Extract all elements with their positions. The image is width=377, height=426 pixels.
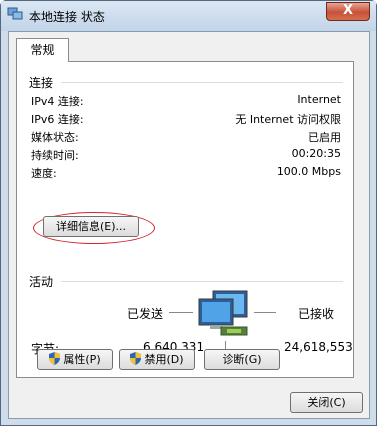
received-line <box>254 312 276 313</box>
duration-value: 00:20:35 <box>291 147 341 160</box>
status-window: 本地连接 状态 X 常规 连接 IPv4 连接: Internet IPv6 连… <box>0 0 377 426</box>
connection-section-label: 连接 <box>29 76 54 90</box>
properties-label: 属性(P) <box>63 353 101 366</box>
disable-label: 禁用(D) <box>144 353 184 366</box>
info-row-ipv4: IPv4 连接: Internet <box>31 93 341 110</box>
close-window-button[interactable]: X <box>326 2 370 21</box>
sent-label: 已发送 <box>127 307 164 321</box>
general-panel: 连接 IPv4 连接: Internet IPv6 连接: 无 Internet… <box>16 61 354 378</box>
window-title: 本地连接 状态 <box>29 10 105 24</box>
details-button[interactable]: 详细信息(E)... <box>43 216 139 237</box>
ipv4-label: IPv4 连接: <box>31 95 84 108</box>
title-bar[interactable]: 本地连接 状态 X <box>1 1 376 31</box>
ipv4-value: Internet <box>297 93 341 106</box>
activity-divider <box>61 281 343 282</box>
network-connection-icon <box>7 7 23 20</box>
ipv6-value: 无 Internet 访问权限 <box>235 113 341 126</box>
media-state-label: 媒体状态: <box>31 131 79 144</box>
speed-label: 速度: <box>31 167 57 180</box>
ipv6-label: IPv6 连接: <box>31 113 84 126</box>
info-row-ipv6: IPv6 连接: 无 Internet 访问权限 <box>31 111 341 128</box>
received-label: 已接收 <box>298 307 335 321</box>
properties-button[interactable]: 属性(P) <box>37 349 113 370</box>
uac-shield-icon <box>49 352 61 365</box>
close-button[interactable]: 关闭(C) <box>290 392 363 413</box>
tab-general[interactable]: 常规 <box>16 38 69 62</box>
media-state-value: 已启用 <box>308 131 341 144</box>
sent-line <box>169 312 193 313</box>
network-computers-icon <box>198 290 248 336</box>
disable-button[interactable]: 禁用(D) <box>119 349 195 370</box>
info-row-duration: 持续时间: 00:20:35 <box>31 147 341 164</box>
activity-section-label: 活动 <box>29 275 54 289</box>
diagnose-button[interactable]: 诊断(G) <box>204 349 280 370</box>
speed-value: 100.0 Mbps <box>276 165 341 178</box>
bytes-received-value: 24,618,553 <box>284 340 353 354</box>
duration-label: 持续时间: <box>31 149 79 162</box>
dialog-body: 常规 连接 IPv4 连接: Internet IPv6 连接: 无 Inter… <box>8 31 370 419</box>
connection-divider <box>61 82 343 83</box>
info-row-media-state: 媒体状态: 已启用 <box>31 129 341 146</box>
uac-shield-icon <box>130 352 142 365</box>
info-row-speed: 速度: 100.0 Mbps <box>31 165 341 182</box>
